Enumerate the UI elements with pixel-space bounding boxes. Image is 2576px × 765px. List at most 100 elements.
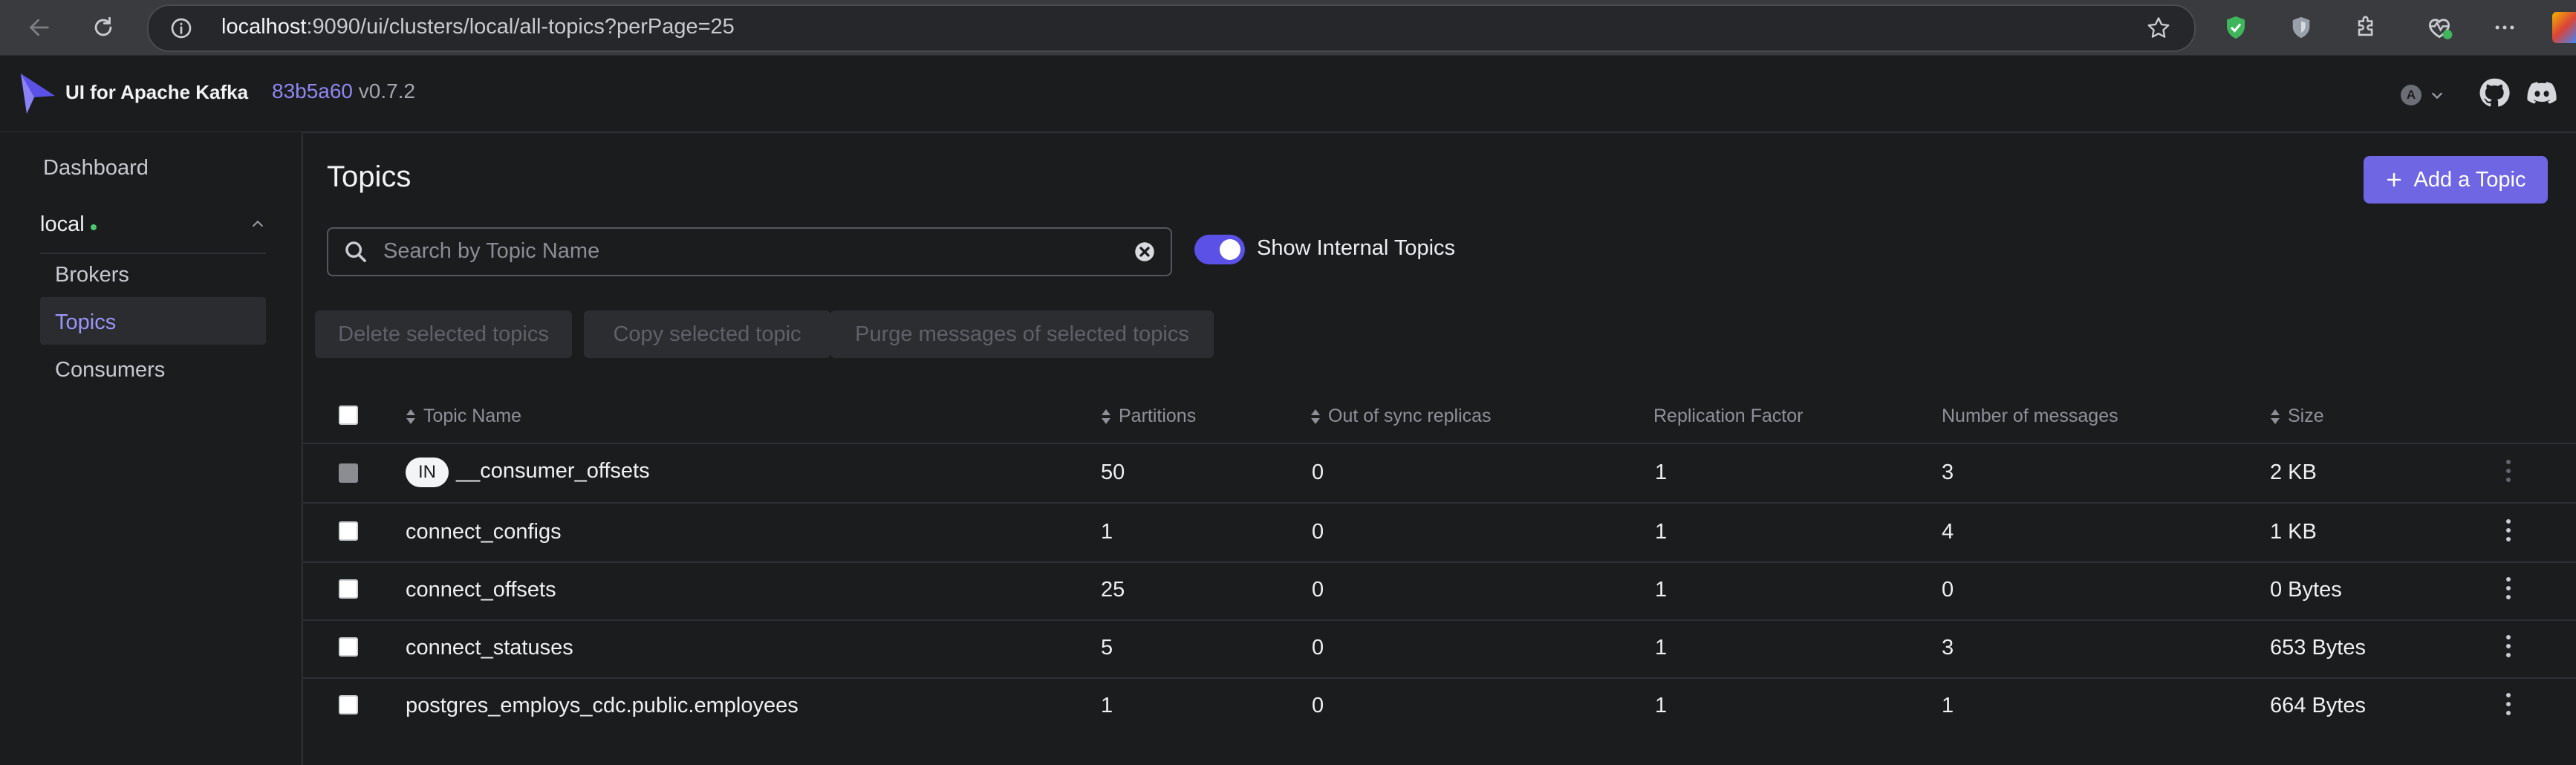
select-all-checkbox[interactable] (339, 406, 358, 425)
column-header-messages: Number of messages (1942, 406, 2118, 426)
out-of-sync-cell: 0 (1312, 520, 1324, 544)
table-divider (303, 677, 2576, 679)
add-topic-label: Add a Topic (2413, 167, 2526, 192)
chevron-up-icon[interactable] (250, 216, 266, 232)
sidebar-item-topics[interactable]: Topics (55, 310, 116, 335)
out-of-sync-cell: 0 (1312, 636, 1324, 660)
out-of-sync-cell: 0 (1312, 694, 1324, 717)
shield-icon[interactable] (2286, 13, 2316, 42)
delete-selected-button[interactable]: Delete selected topics (315, 310, 572, 358)
kafka-ui-logo-icon (21, 74, 55, 114)
topic-name-link[interactable]: connect_statuses (406, 636, 573, 660)
row-checkbox[interactable] (339, 579, 358, 599)
internal-badge: IN (406, 458, 449, 487)
column-header-size[interactable]: Size (2270, 406, 2324, 427)
topic-name-link[interactable]: postgres_employs_cdc.public.employees (406, 694, 799, 718)
replication-cell: 1 (1655, 520, 1668, 544)
replication-cell: 1 (1655, 694, 1668, 717)
size-cell: 2 KB (2270, 460, 2317, 484)
show-internal-label: Show Internal Topics (1257, 236, 1456, 260)
size-cell: 1 KB (2270, 520, 2317, 544)
show-internal-toggle[interactable] (1194, 235, 1245, 264)
row-checkbox[interactable] (339, 695, 358, 714)
column-header-label: Out of sync replicas (1328, 406, 1492, 426)
copy-selected-button[interactable]: Copy selected topic (584, 310, 830, 358)
toggle-knob (1220, 239, 1240, 260)
out-of-sync-cell: 0 (1312, 460, 1324, 484)
discord-icon[interactable] (2524, 76, 2560, 109)
version-number: v0.7.2 (358, 79, 416, 102)
sort-icon (406, 409, 415, 425)
row-menu-icon[interactable] (2505, 691, 2512, 720)
purge-selected-button[interactable]: Purge messages of selected topics (830, 310, 1214, 358)
cluster-status-dot (90, 224, 97, 231)
browser-profile-icon[interactable] (2552, 12, 2576, 43)
table-divider (303, 443, 2576, 444)
size-cell: 0 Bytes (2270, 578, 2342, 602)
reload-icon[interactable] (85, 9, 122, 46)
address-bar[interactable]: localhost:9090/ui/clusters/local/all-top… (147, 4, 2196, 52)
sidebar-cluster-local[interactable]: local (40, 206, 266, 242)
cluster-label: local (40, 212, 85, 236)
row-menu-icon[interactable] (2505, 517, 2512, 547)
shield-check-icon[interactable] (2221, 13, 2251, 42)
column-header-out-of-sync[interactable]: Out of sync replicas (1310, 406, 1492, 427)
add-topic-button[interactable]: Add a Topic (2364, 156, 2548, 204)
column-header-label: Topic Name (423, 406, 521, 426)
out-of-sync-cell: 0 (1312, 578, 1324, 602)
row-checkbox[interactable] (339, 637, 358, 657)
sidebar-item-brokers[interactable]: Brokers (55, 263, 129, 287)
row-checkbox (339, 463, 358, 483)
plus-icon (2387, 172, 2401, 187)
column-header-partitions[interactable]: Partitions (1101, 406, 1196, 427)
more-icon[interactable] (2490, 13, 2520, 42)
row-checkbox[interactable] (339, 521, 358, 541)
topic-name-link[interactable]: connect_configs (406, 520, 562, 544)
topic-search[interactable] (327, 227, 1172, 276)
sort-icon (2271, 409, 2280, 425)
row-menu-icon[interactable] (2505, 575, 2512, 605)
size-cell: 664 Bytes (2270, 694, 2366, 717)
partitions-cell: 1 (1101, 520, 1113, 544)
column-header-replication-factor: Replication Factor (1653, 406, 1803, 426)
puzzle-icon[interactable] (2352, 13, 2381, 42)
search-icon (345, 241, 366, 262)
column-header-label: Size (2288, 406, 2324, 426)
topic-name-link[interactable]: __consumer_offsets (456, 459, 650, 484)
url-text: localhost:9090/ui/clusters/local/all-top… (221, 15, 735, 39)
sort-icon (1311, 409, 1320, 425)
version-hash-link[interactable]: 83b5a60 (272, 79, 353, 102)
table-divider (303, 619, 2576, 621)
version-info: 83b5a60 v0.7.2 (272, 79, 415, 103)
app-header: UI for Apache Kafka 83b5a60 v0.7.2 A (0, 56, 2576, 133)
star-icon[interactable] (2145, 15, 2172, 42)
row-menu-icon[interactable] (2505, 633, 2512, 663)
heart-pulse-icon[interactable] (2424, 13, 2454, 42)
replication-cell: 1 (1655, 636, 1668, 660)
sort-icon (1102, 409, 1110, 425)
table-divider (303, 502, 2576, 504)
partitions-cell: 5 (1101, 636, 1113, 660)
sidebar-item-dashboard[interactable]: Dashboard (43, 156, 149, 180)
browser-toolbar: localhost:9090/ui/clusters/local/all-top… (0, 0, 2576, 56)
partitions-cell: 1 (1101, 694, 1113, 717)
topic-name-link[interactable]: connect_offsets (406, 578, 556, 602)
messages-cell: 1 (1942, 694, 1954, 717)
column-header-topic-name[interactable]: Topic Name (406, 406, 521, 427)
sidebar-divider (40, 253, 266, 254)
avatar: A (2401, 85, 2421, 105)
info-icon[interactable] (169, 16, 193, 40)
search-input[interactable] (382, 235, 1098, 267)
clear-search-icon[interactable] (1132, 239, 1157, 264)
sidebar: Dashboard local Brokers Topics Consumers (0, 132, 303, 765)
messages-cell: 3 (1942, 636, 1954, 660)
messages-cell: 0 (1942, 578, 1954, 602)
column-header-label: Partitions (1119, 406, 1197, 426)
sidebar-item-consumers[interactable]: Consumers (55, 358, 165, 382)
messages-cell: 3 (1942, 460, 1954, 484)
app-title[interactable]: UI for Apache Kafka (65, 81, 248, 104)
user-menu[interactable]: A (2401, 82, 2445, 108)
messages-cell: 4 (1942, 520, 1954, 544)
back-arrow-icon[interactable] (21, 9, 58, 46)
github-icon[interactable] (2478, 76, 2511, 109)
